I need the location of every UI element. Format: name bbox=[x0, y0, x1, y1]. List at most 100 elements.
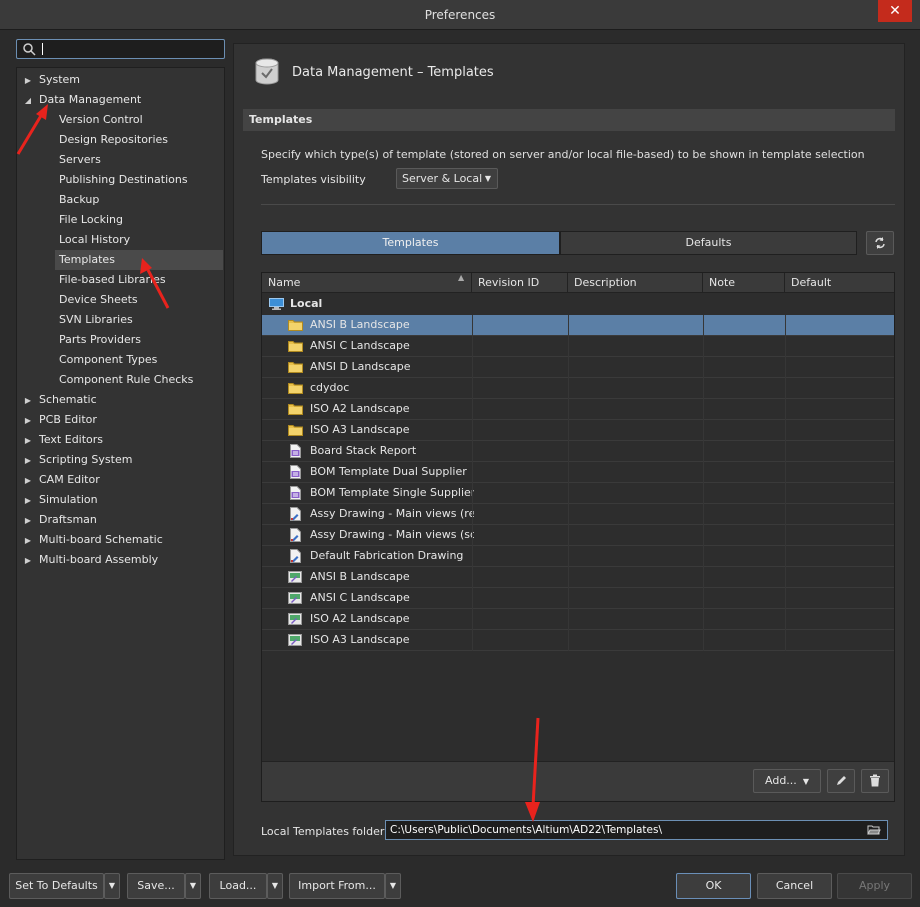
tree-item-multi-board-schematic[interactable]: ▶ Multi-board Schematic bbox=[21, 530, 221, 550]
cancel-button[interactable]: Cancel bbox=[757, 873, 832, 899]
tree-item-file-based-libraries[interactable]: File-based Libraries bbox=[55, 270, 223, 290]
tree-item-pcb-editor[interactable]: ▶ PCB Editor bbox=[21, 410, 221, 430]
table-row[interactable]: BOM Template Single Supplier bbox=[262, 483, 894, 504]
cell-separator bbox=[703, 567, 704, 588]
import-dropdown-arrow[interactable]: ▼ bbox=[385, 873, 401, 899]
column-description[interactable]: Description bbox=[568, 273, 703, 293]
triangle-right-icon[interactable]: ▶ bbox=[21, 511, 35, 530]
cell-separator bbox=[785, 546, 786, 567]
add-button[interactable]: Add... ▼ bbox=[753, 769, 821, 793]
tree-item-design-repositories[interactable]: Design Repositories bbox=[55, 130, 223, 150]
triangle-right-icon[interactable]: ▶ bbox=[21, 551, 35, 570]
tree-item-version-control[interactable]: Version Control bbox=[55, 110, 223, 130]
triangle-right-icon[interactable]: ▶ bbox=[21, 411, 35, 430]
cell-separator bbox=[472, 420, 473, 441]
tree-item-servers[interactable]: Servers bbox=[55, 150, 223, 170]
apply-button[interactable]: Apply bbox=[837, 873, 912, 899]
tree-item-backup[interactable]: Backup bbox=[55, 190, 223, 210]
delete-button[interactable] bbox=[861, 769, 889, 793]
triangle-right-icon[interactable]: ▶ bbox=[21, 71, 35, 90]
tree-item-device-sheets[interactable]: Device Sheets bbox=[55, 290, 223, 310]
tree-item-system[interactable]: ▶ System bbox=[21, 70, 221, 90]
cell-separator bbox=[568, 630, 569, 651]
tree-item-simulation[interactable]: ▶ Simulation bbox=[21, 490, 221, 510]
preferences-tree[interactable]: ▶ System ◢ Data Management Version Control De… bbox=[16, 67, 225, 860]
tab-defaults[interactable]: Defaults bbox=[560, 231, 857, 255]
triangle-right-icon[interactable]: ▶ bbox=[21, 391, 35, 410]
tree-item-text-editors[interactable]: ▶ Text Editors bbox=[21, 430, 221, 450]
table-row[interactable]: Assy Drawing - Main views (squa bbox=[262, 525, 894, 546]
table-row[interactable]: Board Stack Report bbox=[262, 441, 894, 462]
templates-grid[interactable]: Name ▲ Revision ID Description Note Defa… bbox=[261, 272, 895, 802]
cell-separator bbox=[785, 441, 786, 462]
row-name: ANSI C Landscape bbox=[310, 591, 410, 604]
visibility-dropdown[interactable]: Server & Local ▼ bbox=[396, 168, 498, 189]
refresh-button[interactable] bbox=[866, 231, 894, 255]
triangle-right-icon[interactable]: ▶ bbox=[21, 531, 35, 550]
table-row[interactable]: ANSI B Landscape bbox=[262, 315, 894, 336]
search-input[interactable] bbox=[39, 41, 219, 57]
column-note[interactable]: Note bbox=[703, 273, 785, 293]
table-row[interactable]: ANSI D Landscape bbox=[262, 357, 894, 378]
table-row[interactable]: BOM Template Dual Supplier bbox=[262, 462, 894, 483]
tree-item-data-management[interactable]: ◢ Data Management bbox=[21, 90, 221, 110]
cell-separator bbox=[472, 441, 473, 462]
folder-icon bbox=[288, 383, 303, 394]
column-default[interactable]: Default bbox=[785, 273, 894, 293]
tree-item-label: Text Editors bbox=[39, 433, 104, 446]
tree-item-templates[interactable]: Templates bbox=[55, 250, 223, 270]
tree-item-draftsman[interactable]: ▶ Draftsman bbox=[21, 510, 221, 530]
row-name: cdydoc bbox=[310, 381, 350, 394]
save-dropdown-arrow[interactable]: ▼ bbox=[185, 873, 201, 899]
set-defaults-dropdown-arrow[interactable]: ▼ bbox=[104, 873, 120, 899]
tree-item-scripting-system[interactable]: ▶ Scripting System bbox=[21, 450, 221, 470]
import-from-button[interactable]: Import From... bbox=[289, 873, 385, 899]
pencil-icon bbox=[837, 776, 846, 785]
triangle-down-icon[interactable]: ◢ bbox=[21, 91, 35, 110]
column-name[interactable]: Name bbox=[262, 273, 472, 293]
table-row[interactable]: ANSI B Landscape bbox=[262, 567, 894, 588]
cell-separator bbox=[703, 546, 704, 567]
edit-button[interactable] bbox=[827, 769, 855, 793]
table-row[interactable]: ANSI C Landscape bbox=[262, 336, 894, 357]
triangle-right-icon[interactable]: ▶ bbox=[21, 471, 35, 490]
folder-open-icon[interactable] bbox=[867, 824, 881, 836]
table-row[interactable]: ISO A2 Landscape bbox=[262, 399, 894, 420]
triangle-right-icon[interactable]: ▶ bbox=[21, 451, 35, 470]
table-row[interactable]: Assy Drawing - Main views (rect bbox=[262, 504, 894, 525]
table-row[interactable]: ISO A2 Landscape bbox=[262, 609, 894, 630]
tree-item-multi-board-assembly[interactable]: ▶ Multi-board Assembly bbox=[21, 550, 221, 570]
load-button[interactable]: Load... bbox=[209, 873, 267, 899]
tab-templates[interactable]: Templates bbox=[261, 231, 560, 255]
cell-separator bbox=[703, 462, 704, 483]
save-button[interactable]: Save... bbox=[127, 873, 185, 899]
search-box[interactable] bbox=[16, 39, 225, 59]
triangle-right-icon[interactable]: ▶ bbox=[21, 491, 35, 510]
table-row[interactable]: ANSI C Landscape bbox=[262, 588, 894, 609]
tree-item-component-rule-checks[interactable]: Component Rule Checks bbox=[55, 370, 223, 390]
tree-item-component-types[interactable]: Component Types bbox=[55, 350, 223, 370]
folder-path-input[interactable]: C:\Users\Public\Documents\Altium\AD22\Te… bbox=[385, 820, 888, 840]
tree-item-schematic[interactable]: ▶ Schematic bbox=[21, 390, 221, 410]
table-row[interactable]: cdydoc bbox=[262, 378, 894, 399]
description-text: Specify which type(s) of template (store… bbox=[261, 148, 865, 161]
ok-button[interactable]: OK bbox=[676, 873, 751, 899]
cell-separator bbox=[568, 504, 569, 525]
close-button[interactable]: ✕ bbox=[878, 0, 912, 22]
tree-item-local-history[interactable]: Local History bbox=[55, 230, 223, 250]
table-row[interactable]: ISO A3 Landscape bbox=[262, 630, 894, 651]
content-panel: Data Management – Templates Templates Sp… bbox=[233, 43, 905, 856]
tree-item-file-locking[interactable]: File Locking bbox=[55, 210, 223, 230]
tree-item-svn-libraries[interactable]: SVN Libraries bbox=[55, 310, 223, 330]
tree-item-publishing-destinations[interactable]: Publishing Destinations bbox=[55, 170, 223, 190]
cell-separator bbox=[785, 420, 786, 441]
tree-item-parts-providers[interactable]: Parts Providers bbox=[55, 330, 223, 350]
table-row[interactable]: Default Fabrication Drawing bbox=[262, 546, 894, 567]
set-to-defaults-button[interactable]: Set To Defaults bbox=[9, 873, 104, 899]
column-revision-id[interactable]: Revision ID bbox=[472, 273, 568, 293]
triangle-right-icon[interactable]: ▶ bbox=[21, 431, 35, 450]
cell-separator bbox=[703, 609, 704, 630]
table-row[interactable]: ISO A3 Landscape bbox=[262, 420, 894, 441]
load-dropdown-arrow[interactable]: ▼ bbox=[267, 873, 283, 899]
tree-item-cam-editor[interactable]: ▶ CAM Editor bbox=[21, 470, 221, 490]
